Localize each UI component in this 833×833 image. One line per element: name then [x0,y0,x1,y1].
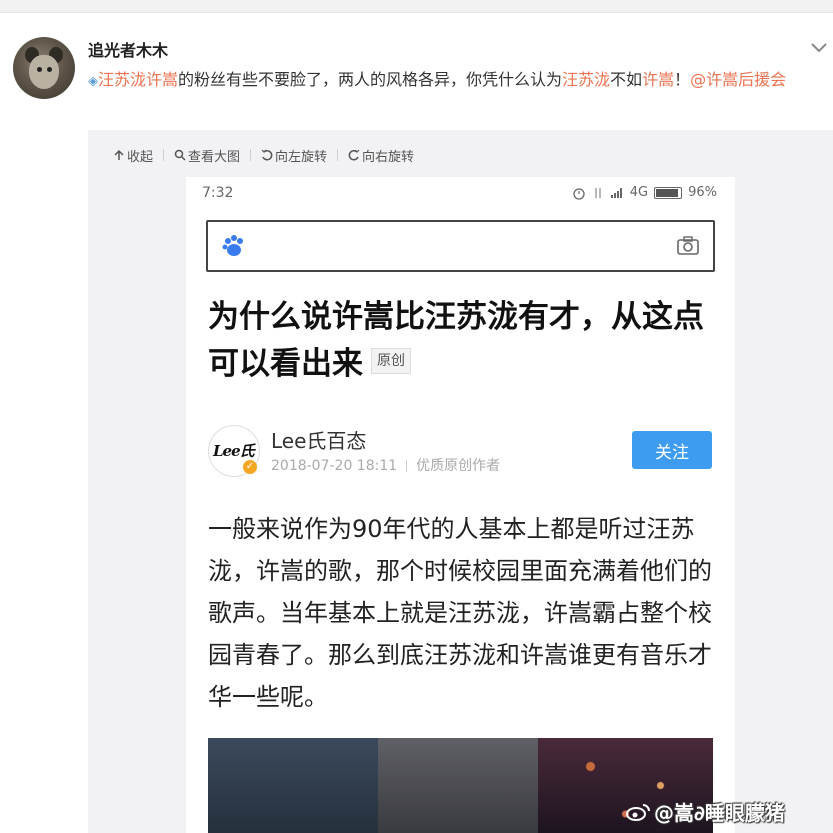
author-meta: 2018-07-20 18:11 优质原创作者 [271,455,500,475]
verified-icon: ✓ [243,460,257,474]
username[interactable]: 追光者木木 [88,37,168,61]
battery-icon [654,186,683,199]
post-date: 2018-07-20 18:11 [271,458,398,474]
mention-link[interactable]: @许嵩后援会 [690,70,786,89]
author-name[interactable]: Lee氏百态 [271,425,366,454]
rotate-left-icon [261,149,273,160]
collapse-button[interactable]: 收起 [113,146,153,165]
article-body: 一般来说作为90年代的人基本上都是听过汪苏泷，许嵩的歌，那个时候校园里面充满着他… [208,515,712,711]
watermark-text: @嵩∂睡眼朦猪 [654,801,785,825]
post-text-part: 的粉丝有些不要脸了，两人的风格各异，你凭什么认为 [178,70,563,89]
name-link[interactable]: 许嵩 [642,70,674,89]
topic-link[interactable]: 汪苏泷许嵩 [98,70,178,89]
image-toolbar: 收起 查看大图 向左旋转 向右旋转 [113,144,414,166]
top-bar [0,0,833,13]
rotate-right-button[interactable]: 向右旋转 [348,146,414,165]
battery-level: 96% [688,185,717,200]
name-link[interactable]: 汪苏泷 [562,70,610,89]
rotate-right-label: 向右旋转 [362,149,415,165]
rotate-left-button[interactable]: 向左旋转 [261,146,327,165]
view-large-button[interactable]: 查看大图 [174,146,240,165]
post-text-part: ！ [674,70,691,89]
article-title-text: 为什么说许嵩比汪苏泷有才，从这点可以看出来 [208,299,704,382]
author-logo-text: Lee氏 [213,442,255,460]
author-avatar[interactable]: Lee氏 ✓ [208,425,260,477]
collapse-label: 收起 [127,149,154,165]
baidu-paw-icon [222,235,243,256]
rotate-left-label: 向左旋转 [275,149,328,165]
search-input[interactable] [206,220,715,272]
rotate-right-icon [348,149,360,160]
weibo-logo-icon [626,803,650,821]
network-type: 4G [629,185,649,200]
alarm-icon [573,187,585,200]
collapse-icon [114,149,124,160]
status-time: 7:32 [202,185,234,201]
status-bar-right: 4G 96% [572,185,717,200]
view-large-label: 查看大图 [188,149,241,165]
chevron-down-icon[interactable] [808,38,830,58]
diamond-icon: ◈ [88,74,98,89]
post-text: ◈汪苏泷许嵩的粉丝有些不要脸了，两人的风格各异，你凭什么认为汪苏泷不如许嵩！@许… [88,66,818,95]
avatar[interactable] [13,37,75,99]
camera-icon[interactable] [675,234,701,258]
follow-button[interactable]: 关注 [632,431,712,469]
article-screenshot[interactable]: 7:32 4G 96% 为什么说许嵩比汪苏泷有才，从这点可以看出来 原创 Lee氏… [186,177,735,833]
post-text-part: 不如 [610,70,643,89]
article-title: 为什么说许嵩比汪苏泷有才，从这点可以看出来 原创 [208,294,718,388]
magnifier-icon [174,149,186,161]
watermark: @嵩∂睡眼朦猪 [625,797,785,826]
signal-arrows-icon [595,187,601,198]
signal-bars-icon [610,187,622,198]
original-badge: 原创 [371,347,411,374]
author-tag: 优质原创作者 [416,458,501,474]
